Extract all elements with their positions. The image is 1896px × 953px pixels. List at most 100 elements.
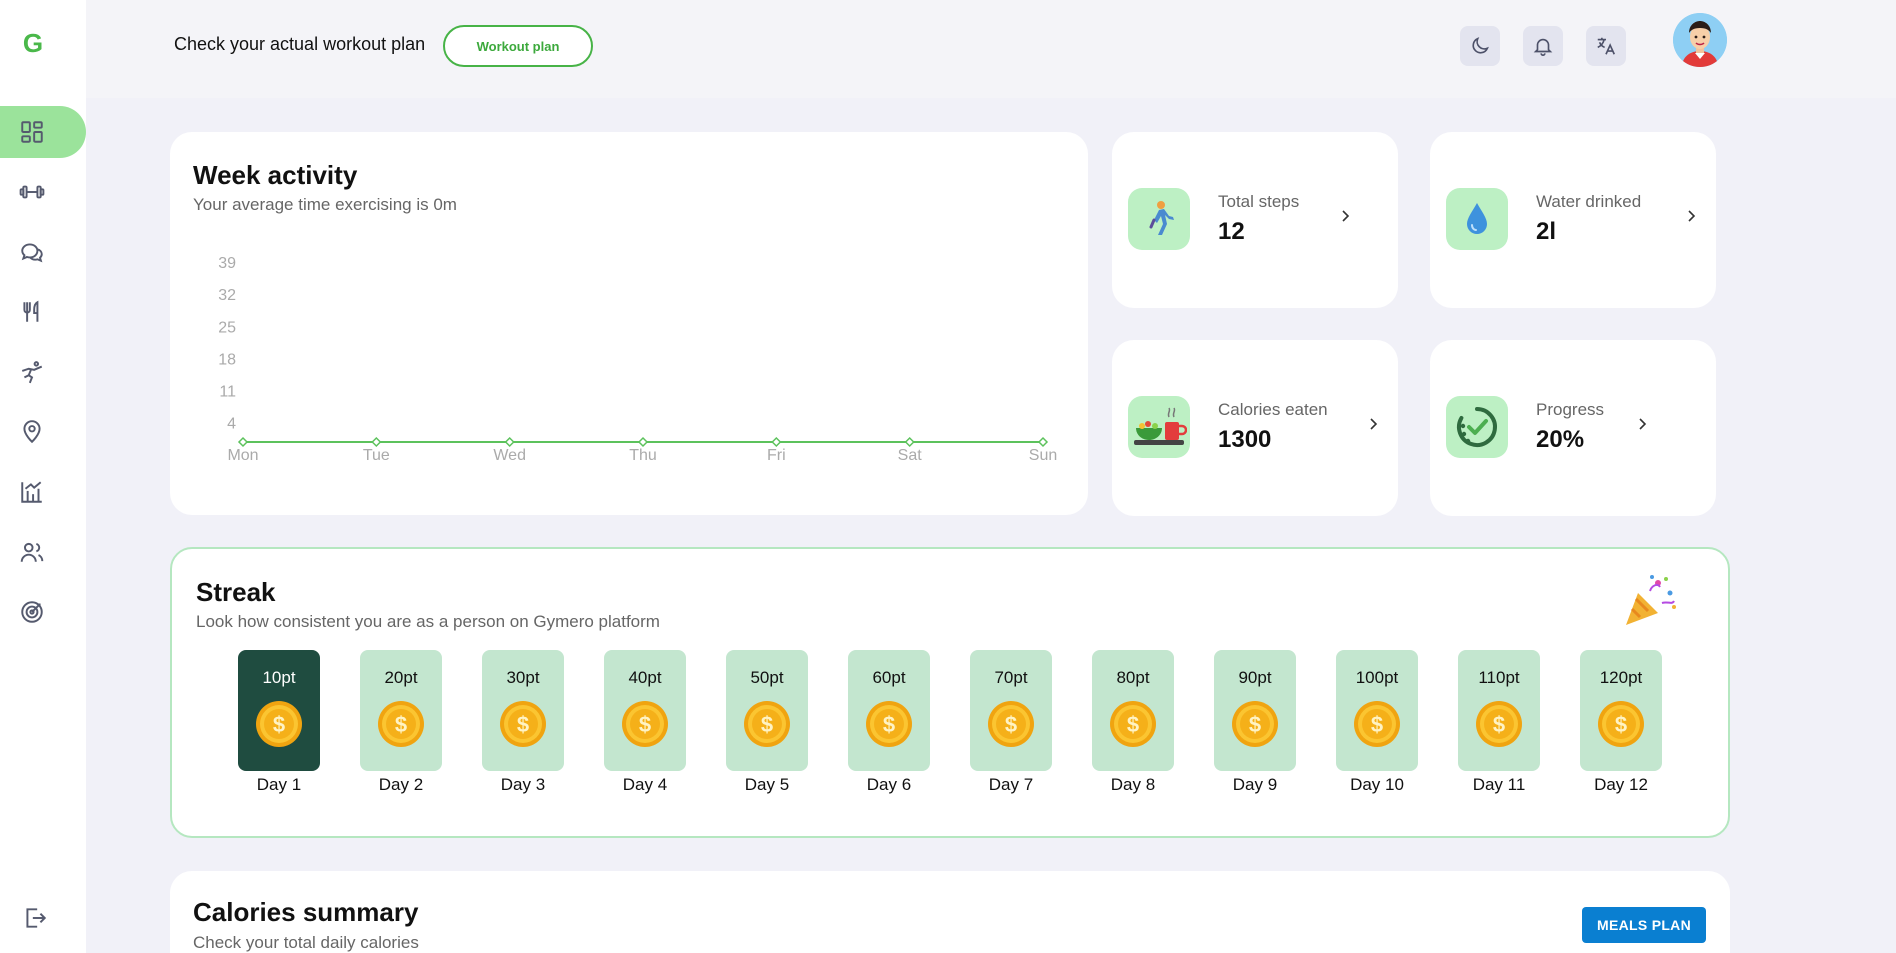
stat-label: Water drinked [1536, 192, 1642, 211]
nav-goals[interactable] [0, 586, 86, 638]
chat-icon [21, 243, 43, 263]
week-activity-card: Week activity Your average time exercisi… [170, 132, 1088, 515]
stat-card-water[interactable]: Water drinked 2l [1430, 132, 1716, 308]
app-logo[interactable]: G [20, 30, 46, 56]
nav-chat[interactable] [0, 226, 86, 278]
gold-coin-icon: $ [256, 701, 302, 747]
nav-exercises[interactable] [0, 346, 86, 398]
dark-mode-toggle[interactable] [1460, 26, 1500, 66]
workout-plan-button[interactable]: Workout plan [443, 25, 593, 67]
water-drop-icon [1467, 203, 1487, 234]
party-popper-icon [1626, 575, 1676, 625]
meals-plan-button[interactable]: MEALS PLAN [1582, 907, 1706, 943]
streak-day-box: 10pt $ [238, 650, 320, 771]
users-icon [20, 542, 44, 562]
streak-points: 90pt [1238, 668, 1272, 687]
streak-day-box: 80pt $ [1092, 650, 1174, 771]
streak-day: 60pt $ Day 6 [848, 650, 930, 795]
streak-day-label: Day 1 [256, 775, 302, 794]
stat-value: 12 [1218, 218, 1245, 245]
streak-day-box: 110pt $ [1458, 650, 1540, 771]
gold-coin-icon: $ [378, 701, 424, 747]
stat-card-calories[interactable]: Calories eaten 1300 [1112, 340, 1398, 516]
streak-day: 80pt $ Day 8 [1092, 650, 1174, 795]
streak-day: 30pt $ Day 3 [482, 650, 564, 795]
stat-icon-container [1446, 188, 1508, 250]
streak-day-box: 30pt $ [482, 650, 564, 771]
x-tick-label: Thu [629, 447, 657, 464]
exercise-icon [21, 361, 43, 384]
notifications-button[interactable] [1523, 26, 1563, 66]
chevron-right-icon [1688, 210, 1696, 222]
streak-subtitle: Look how consistent you are as a person … [196, 612, 660, 631]
food-tray-icon [1134, 407, 1187, 445]
data-point[interactable] [771, 436, 782, 448]
x-tick-label: Tue [363, 447, 390, 464]
gold-coin-icon: $ [744, 701, 790, 747]
streak-points: 120pt [1599, 668, 1643, 687]
gold-coin-icon: $ [1110, 701, 1156, 747]
gold-coin-icon: $ [1598, 701, 1644, 747]
logout-icon [26, 908, 47, 928]
streak-day-label: Day 12 [1594, 775, 1648, 794]
y-tick-label: 32 [218, 287, 236, 304]
streak-day: 20pt $ Day 2 [360, 650, 442, 795]
streak-points: 60pt [872, 668, 906, 687]
streak-title: Streak [196, 577, 276, 607]
data-point[interactable] [637, 436, 649, 448]
chevron-right-icon [1639, 418, 1647, 430]
data-point[interactable] [1037, 436, 1049, 448]
svg-text:$: $ [1127, 712, 1139, 737]
streak-day-label: Day 4 [622, 775, 668, 794]
stat-card-progress[interactable]: Progress 20% [1430, 340, 1716, 516]
location-pin-icon [23, 420, 41, 444]
svg-text:$: $ [1493, 712, 1505, 737]
streak-day: 10pt $ Day 1 [238, 650, 320, 795]
nav-dashboard[interactable] [0, 106, 86, 158]
streak-day-label: Day 5 [744, 775, 790, 794]
data-point[interactable] [237, 436, 249, 448]
translate-icon [1597, 37, 1616, 55]
nav-community[interactable] [0, 526, 86, 578]
gold-coin-icon: $ [622, 701, 668, 747]
stat-label: Calories eaten [1218, 400, 1328, 419]
streak-points: 50pt [750, 668, 784, 687]
gold-coin-icon: $ [1476, 701, 1522, 747]
streak-points: 70pt [994, 668, 1028, 687]
data-point[interactable] [371, 436, 382, 448]
calories-summary-subtitle: Check your total daily calories [193, 933, 419, 952]
x-tick-label: Fri [767, 447, 786, 464]
gold-coin-icon: $ [1232, 701, 1278, 747]
walking-person-icon [1149, 201, 1174, 235]
dashboard-icon [21, 121, 43, 143]
streak-card: Streak Look how consistent you are as a … [170, 547, 1730, 838]
streak-day: 110pt $ Day 11 [1458, 650, 1540, 795]
stat-icon-container [1128, 188, 1190, 250]
streak-day-box: 120pt $ [1580, 650, 1662, 771]
streak-day-label: Day 2 [378, 775, 424, 794]
svg-text:$: $ [1371, 712, 1383, 737]
data-point[interactable] [904, 436, 915, 448]
x-tick-label: Sat [898, 447, 923, 464]
svg-text:$: $ [517, 712, 529, 737]
logout-button[interactable] [20, 903, 50, 933]
streak-day: 40pt $ Day 4 [604, 650, 686, 795]
avatar-illustration [1673, 13, 1727, 67]
nav-nutrition[interactable] [0, 286, 86, 338]
nav-locations[interactable] [0, 406, 86, 458]
streak-day: 120pt $ Day 12 [1580, 650, 1662, 795]
nav-workouts[interactable] [0, 166, 86, 218]
stat-label: Total steps [1218, 192, 1300, 211]
chart-growth-icon [21, 481, 42, 503]
fork-knife-icon [23, 300, 39, 322]
data-point[interactable] [504, 436, 515, 448]
user-avatar[interactable] [1673, 13, 1727, 67]
stat-card-steps[interactable]: Total steps 12 [1112, 132, 1398, 308]
stat-value: 20% [1536, 426, 1585, 453]
streak-day-box: 100pt $ [1336, 650, 1418, 771]
top-header: Check your actual workout plan Workout p… [86, 0, 1896, 98]
y-tick-label: 18 [218, 351, 236, 368]
language-button[interactable] [1586, 26, 1626, 66]
stat-value: 2l [1536, 218, 1557, 245]
nav-statistics[interactable] [0, 466, 86, 518]
